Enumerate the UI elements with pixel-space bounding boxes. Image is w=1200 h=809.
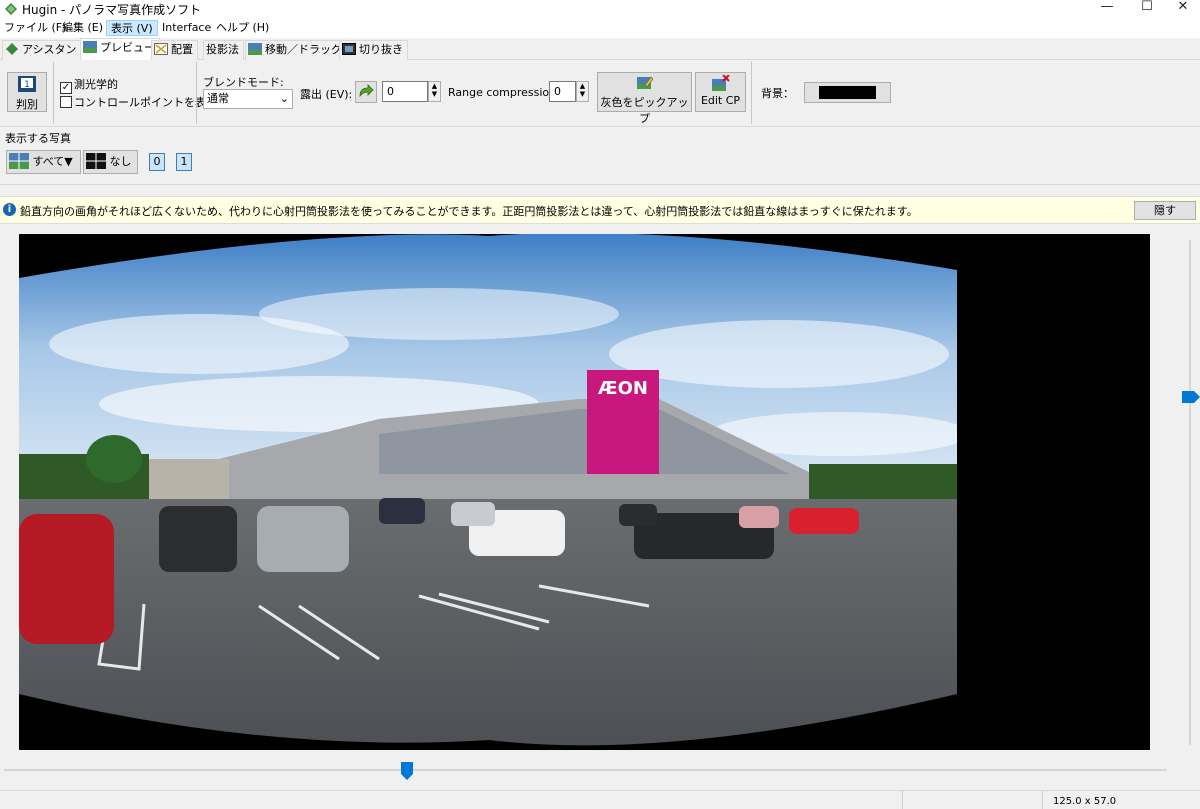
tab-assistant-label: アシスタント	[22, 43, 88, 56]
range-compression-input[interactable]: 0	[549, 81, 576, 102]
horizontal-slider-track	[4, 769, 1167, 771]
image-toggle-1[interactable]: 1	[176, 153, 192, 171]
chevron-down-icon: ⌄	[279, 92, 289, 105]
identify-icon: 1	[18, 76, 36, 92]
no-images-icon	[86, 153, 106, 169]
vertical-fov-slider[interactable]	[1182, 240, 1200, 745]
status-bar: 125.0 x 57.0	[0, 790, 1200, 809]
preview-icon	[83, 41, 97, 53]
all-images-icon	[9, 153, 29, 169]
pick-gray-icon	[636, 76, 653, 89]
identify-button[interactable]: 1 判別	[7, 72, 47, 112]
vertical-slider-track	[1189, 240, 1191, 745]
show-no-images-button[interactable]: なし	[83, 150, 138, 174]
pick-gray-button[interactable]: 灰色をピックアップ	[597, 72, 692, 125]
edit-cp-button[interactable]: Edit CP	[695, 72, 746, 112]
tab-preview[interactable]: プレビュー	[80, 38, 160, 61]
close-window-button[interactable]: ✕	[1160, 0, 1200, 18]
svg-text:1: 1	[24, 80, 30, 90]
fov-readout: 125.0 x 57.0	[1053, 796, 1117, 807]
toolbar-separator	[751, 62, 752, 124]
tab-projection-label: 投影法	[206, 43, 239, 56]
divider	[0, 126, 1200, 127]
photometric-label: 測光学的	[74, 78, 118, 91]
exposure-spinner[interactable]: ▲ ▼	[428, 81, 441, 102]
background-color-button[interactable]	[804, 82, 891, 103]
divider	[0, 184, 1200, 185]
horizontal-fov-slider[interactable]	[4, 762, 1167, 780]
displayed-images-label: 表示する写真	[5, 132, 71, 145]
blend-mode-value: 通常	[207, 92, 229, 105]
tab-move-drag[interactable]: 移動／ドラッグ	[245, 40, 347, 60]
edit-cp-label: Edit CP	[700, 94, 741, 107]
background-color-swatch	[819, 86, 876, 99]
exposure-label: 露出 (EV):	[300, 88, 353, 101]
menu-edit[interactable]: 編集 (E)	[58, 20, 107, 36]
blend-mode-label: ブレンドモード:	[203, 76, 284, 89]
move-drag-icon	[248, 43, 262, 55]
horizontal-slider-thumb[interactable]	[401, 762, 413, 780]
toolbar-separator	[53, 62, 54, 124]
crop-icon	[342, 43, 356, 55]
tab-preview-label: プレビュー	[100, 41, 155, 54]
photometric-checkbox[interactable]: ✓ 測光学的	[60, 76, 118, 94]
menu-interface[interactable]: Interface	[158, 20, 215, 36]
tab-move-drag-label: 移動／ドラッグ	[265, 43, 342, 56]
identify-label: 判別	[16, 98, 38, 111]
photometric-check[interactable]: ✓	[60, 82, 72, 94]
show-none-label: なし	[109, 155, 132, 168]
exposure-input[interactable]: 0	[382, 81, 428, 102]
panorama-image: ÆON	[19, 234, 1150, 750]
layout-icon	[154, 43, 168, 55]
status-separator	[1042, 791, 1043, 809]
image-toggle-0[interactable]: 0	[149, 153, 165, 171]
tab-layout[interactable]: 配置	[151, 40, 198, 60]
menu-bar: ファイル (F) 編集 (E) 表示 (V) Interface ヘルプ (H)	[0, 18, 1200, 38]
hugin-app-icon	[5, 3, 17, 15]
pick-gray-label: 灰色をピックアップ	[600, 96, 689, 125]
show-control-points-check[interactable]	[60, 96, 72, 108]
tab-bar: アシスタント プレビュー 配置 投影法 移動／ドラッグ 切り抜き	[0, 38, 1200, 61]
window-title: Hugin - パノラマ写真作成ソフト	[22, 3, 202, 17]
toolbar-separator	[196, 62, 197, 124]
panorama-preview[interactable]: ÆON	[19, 234, 1150, 750]
tab-crop[interactable]: 切り抜き	[339, 40, 408, 60]
blend-mode-select[interactable]: 通常 ⌄	[203, 89, 293, 109]
range-compression-label: Range compression:	[448, 86, 560, 99]
range-compression-spinner[interactable]: ▲ ▼	[576, 81, 589, 102]
vertical-slider-thumb[interactable]	[1182, 391, 1200, 403]
arrow-icon	[359, 84, 374, 98]
show-all-label: すべて▼	[32, 155, 73, 168]
reset-exposure-button[interactable]	[355, 81, 377, 103]
tab-projection[interactable]: 投影法	[203, 40, 244, 60]
tab-layout-label: 配置	[171, 43, 193, 56]
info-bar: i 鉛直方向の画角がそれほど広くないため、代わりに心射円筒投影法を使ってみること…	[0, 196, 1200, 224]
show-control-points-checkbox[interactable]: コントロールポイントを表示	[60, 94, 217, 110]
info-icon: i	[3, 203, 16, 216]
title-bar: Hugin - パノラマ写真作成ソフト — ☐ ✕	[0, 0, 1200, 18]
mall-sign: ÆON	[598, 378, 648, 399]
hide-info-button[interactable]: 隠す	[1134, 201, 1196, 220]
tab-assistant[interactable]: アシスタント	[2, 40, 93, 60]
background-label: 背景：	[761, 87, 794, 100]
assistant-icon	[6, 43, 18, 55]
menu-help[interactable]: ヘルプ (H)	[212, 20, 273, 36]
edit-cp-icon	[711, 74, 730, 91]
status-separator	[902, 791, 903, 809]
tab-crop-label: 切り抜き	[359, 43, 403, 56]
info-message: 鉛直方向の画角がそれほど広くないため、代わりに心射円筒投影法を使ってみることがで…	[20, 205, 918, 218]
show-all-images-button[interactable]: すべて▼	[6, 150, 81, 174]
menu-view[interactable]: 表示 (V)	[106, 20, 158, 36]
